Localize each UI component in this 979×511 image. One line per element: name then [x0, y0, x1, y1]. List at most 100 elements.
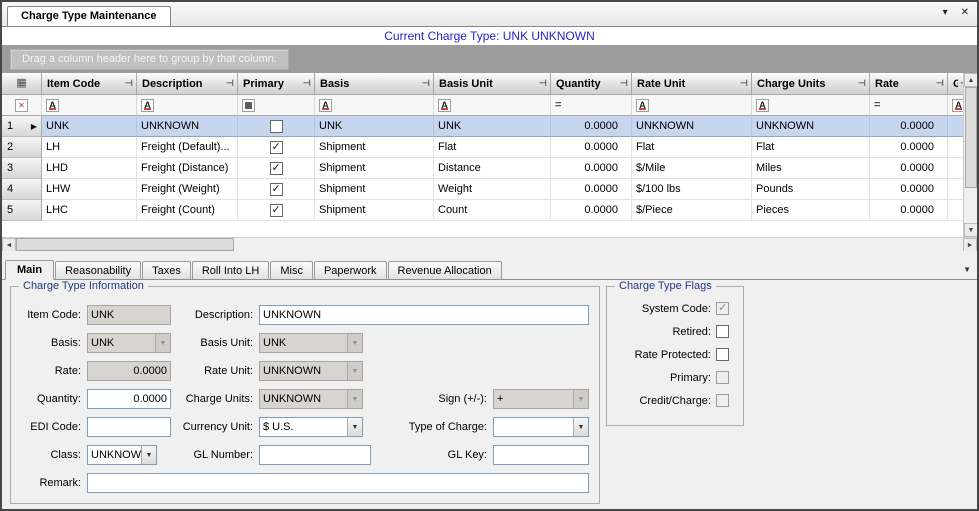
tab-revenue-allocation[interactable]: Revenue Allocation	[388, 261, 502, 279]
filter-cell-basis[interactable]: A	[315, 95, 434, 116]
chevron-down-icon[interactable]: ▼	[573, 418, 588, 436]
filter-cell-description[interactable]: A	[137, 95, 238, 116]
tab-misc[interactable]: Misc	[270, 261, 313, 279]
grid-cell-primary[interactable]	[238, 200, 315, 221]
scroll-down-icon[interactable]: ▼	[964, 223, 977, 237]
grid-cell-rate[interactable]: 0.0000	[870, 200, 948, 221]
grid-cell-item-code[interactable]: UNK	[42, 116, 137, 137]
window-tab-charge-type-maintenance[interactable]: Charge Type Maintenance	[7, 6, 171, 26]
grid-cell-description[interactable]: UNKNOWN	[137, 116, 238, 137]
row-selector[interactable]: 2	[2, 137, 42, 158]
grid-cell-rate[interactable]: 0.0000	[870, 116, 948, 137]
grid-cell-primary[interactable]	[238, 179, 315, 200]
grid-cell-basis[interactable]: Shipment	[315, 200, 434, 221]
grid-cell-basis[interactable]: Shipment	[315, 179, 434, 200]
filter-cell-quantity[interactable]: =	[551, 95, 632, 116]
grid-cell-charge-units[interactable]: Flat	[752, 137, 870, 158]
pin-icon[interactable]: ⊣	[125, 78, 133, 89]
grid-row-2[interactable]: 2LHFreight (Default)...ShipmentFlat0.000…	[2, 137, 963, 158]
type-of-charge-combo[interactable]: ▼	[493, 417, 589, 437]
grid-cell-rate-unit[interactable]: Flat	[632, 137, 752, 158]
class-combo[interactable]: UNKNOWN ▼	[87, 445, 157, 465]
column-header-basis[interactable]: Basis⊣	[315, 73, 434, 95]
description-input[interactable]	[259, 305, 589, 325]
horizontal-scroll-track[interactable]	[16, 238, 963, 251]
grid-cell-rate-unit[interactable]: $/Piece	[632, 200, 752, 221]
grid-cell-primary[interactable]	[238, 158, 315, 179]
scroll-right-icon[interactable]: ►	[963, 238, 977, 252]
primary-checkbox[interactable]	[270, 141, 283, 154]
scroll-left-icon[interactable]: ◄	[2, 238, 16, 252]
primary-checkbox[interactable]	[270, 204, 283, 217]
grid-cell-charge-units[interactable]: UNKNOWN	[752, 116, 870, 137]
grid-cell-basis-unit[interactable]: UNK	[434, 116, 551, 137]
grid-cell-description[interactable]: Freight (Weight)	[137, 179, 238, 200]
grid-cell-rate-unit[interactable]: $/Mile	[632, 158, 752, 179]
filter-cell-item-code[interactable]: A	[42, 95, 137, 116]
pin-icon[interactable]: ⊣	[936, 78, 944, 89]
scroll-up-icon[interactable]: ▲	[964, 73, 977, 87]
currency-unit-combo[interactable]: $ U.S. ▼	[259, 417, 363, 437]
grid-cell-item-code[interactable]: LHW	[42, 179, 137, 200]
grid-cell-charge-units[interactable]: Pieces	[752, 200, 870, 221]
column-header-description[interactable]: Description⊣	[137, 73, 238, 95]
grid-cell-basis[interactable]: UNK	[315, 116, 434, 137]
column-header-charge-units[interactable]: Charge Units⊣	[752, 73, 870, 95]
grid-cell-description[interactable]: Freight (Distance)	[137, 158, 238, 179]
vertical-scroll-track[interactable]	[964, 87, 977, 223]
filter-cell-charge-units[interactable]: A	[752, 95, 870, 116]
filter-cell-g[interactable]: A	[948, 95, 963, 116]
primary-checkbox[interactable]	[270, 183, 283, 196]
grid-cell-quantity[interactable]: 0.0000	[551, 158, 632, 179]
row-selector[interactable]: 1▶	[2, 116, 42, 137]
grid-cell-g[interactable]	[948, 200, 963, 221]
retired-checkbox[interactable]	[716, 325, 729, 338]
grid-cell-item-code[interactable]: LHC	[42, 200, 137, 221]
grid-cell-description[interactable]: Freight (Default)...	[137, 137, 238, 158]
grid-cell-g[interactable]	[948, 158, 963, 179]
filter-row-selector[interactable]: ✕	[2, 95, 42, 116]
pin-icon[interactable]: ⊣	[858, 78, 866, 89]
column-header-primary[interactable]: Primary⊣	[238, 73, 315, 95]
grid-row-1[interactable]: 1▶UNKUNKNOWNUNKUNK0.0000UNKNOWNUNKNOWN0.…	[2, 116, 963, 137]
grid-horizontal-scrollbar[interactable]: ◄ ►	[2, 237, 977, 251]
grid-cell-basis-unit[interactable]: Distance	[434, 158, 551, 179]
filter-cell-basis-unit[interactable]: A	[434, 95, 551, 116]
row-selector[interactable]: 5	[2, 200, 42, 221]
tab-paperwork[interactable]: Paperwork	[314, 261, 387, 279]
grid-cell-basis-unit[interactable]: Flat	[434, 137, 551, 158]
grid-cell-charge-units[interactable]: Pounds	[752, 179, 870, 200]
group-by-area[interactable]: Drag a column header here to group by th…	[2, 45, 977, 73]
grid-cell-primary[interactable]	[238, 137, 315, 158]
filter-cell-rate[interactable]: =	[870, 95, 948, 116]
primary-checkbox[interactable]	[270, 120, 283, 133]
pin-icon[interactable]: ⊣	[303, 78, 311, 89]
tab-reasonability[interactable]: Reasonability	[55, 261, 141, 279]
column-header-g[interactable]: G⊣	[948, 73, 963, 95]
grid-cell-quantity[interactable]: 0.0000	[551, 116, 632, 137]
grid-cell-item-code[interactable]: LHD	[42, 158, 137, 179]
grid-cell-basis[interactable]: Shipment	[315, 137, 434, 158]
grid-cell-basis-unit[interactable]: Weight	[434, 179, 551, 200]
grid-cell-g[interactable]	[948, 116, 963, 137]
primary-checkbox[interactable]	[270, 162, 283, 175]
column-header-basis-unit[interactable]: Basis Unit⊣	[434, 73, 551, 95]
grid-corner-header[interactable]: ▦	[2, 73, 42, 95]
grid-cell-primary[interactable]	[238, 116, 315, 137]
tab-overflow-icon[interactable]: ▼	[963, 265, 971, 274]
grid-cell-item-code[interactable]: LH	[42, 137, 137, 158]
grid-cell-description[interactable]: Freight (Count)	[137, 200, 238, 221]
grid-cell-quantity[interactable]: 0.0000	[551, 200, 632, 221]
column-header-quantity[interactable]: Quantity⊣	[551, 73, 632, 95]
gl-key-input[interactable]	[493, 445, 589, 465]
close-icon[interactable]: ✕	[961, 8, 969, 18]
rate-protected-checkbox[interactable]	[716, 348, 729, 361]
gl-number-input[interactable]	[259, 445, 371, 465]
grid-cell-rate[interactable]: 0.0000	[870, 179, 948, 200]
row-selector[interactable]: 4	[2, 179, 42, 200]
grid-cell-basis-unit[interactable]: Count	[434, 200, 551, 221]
tab-taxes[interactable]: Taxes	[142, 261, 191, 279]
column-header-rate-unit[interactable]: Rate Unit⊣	[632, 73, 752, 95]
window-menu-icon[interactable]: ▾	[943, 8, 948, 18]
tab-roll-into-lh[interactable]: Roll Into LH	[192, 261, 269, 279]
